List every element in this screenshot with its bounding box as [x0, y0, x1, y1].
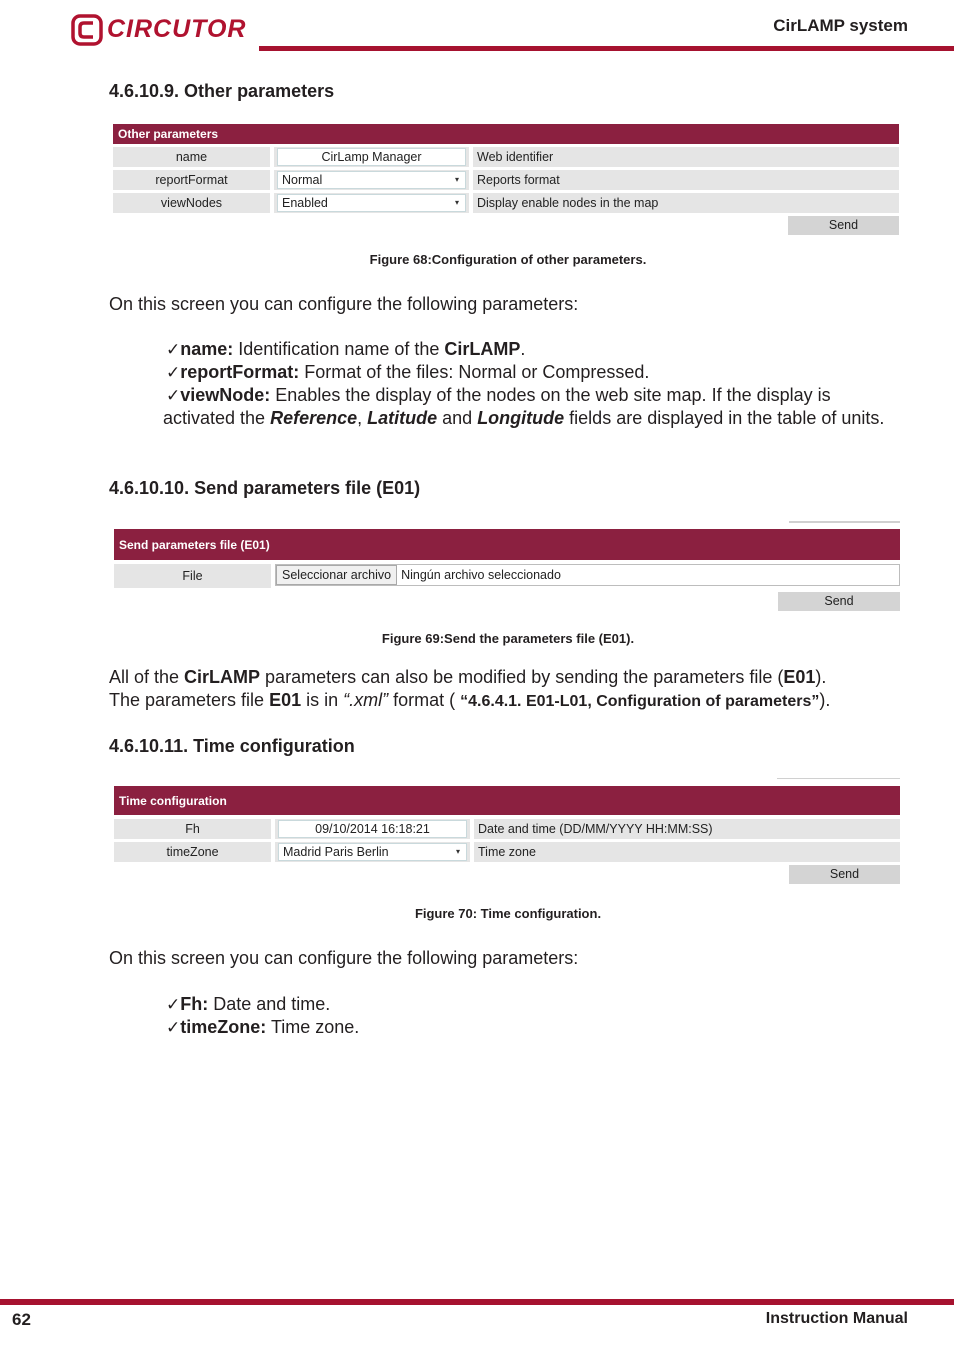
paragraph-intro: On this screen you can configure the fol…	[109, 294, 579, 314]
param-description: Date and time (DD/MM/YYYY HH:MM:SS)	[474, 819, 900, 839]
header-title: CirLAMP system	[773, 16, 908, 35]
param-description: Web identifier	[473, 147, 899, 167]
timezone-select[interactable]: Madrid Paris Berlin ▾	[278, 843, 467, 861]
param-label: name	[113, 147, 270, 167]
paragraph-intro: On this screen you can configure the fol…	[109, 948, 579, 968]
section-heading-send-parameters-file: 4.6.10.10. Send parameters file (E01)	[109, 478, 421, 498]
param-label: reportFormat	[113, 170, 270, 190]
figure-caption: Figure 70: Time configuration.	[414, 906, 602, 921]
send-button[interactable]: Send	[788, 216, 899, 235]
name-input[interactable]: CirLamp Manager	[277, 148, 466, 166]
param-row-name: name CirLamp Manager Web identifier	[113, 147, 899, 167]
time-row-timezone: timeZone Madrid Paris Berlin ▾ Time zone	[114, 842, 900, 862]
param-row-viewnodes: viewNodes Enabled ▾ Display enable nodes…	[113, 193, 899, 213]
chevron-down-icon: ▾	[454, 175, 459, 184]
check-icon: ✓	[166, 340, 181, 359]
time-row-fh: Fh 09/10/2014 16:18:21 Date and time (DD…	[114, 819, 900, 839]
list-item: ✓timeZone: Time zone.	[166, 1017, 360, 1037]
view-nodes-select[interactable]: Enabled ▾	[277, 194, 466, 212]
param-description: Reports format	[473, 170, 899, 190]
panel-title: Send parameters file (E01)	[114, 529, 900, 560]
choose-file-button[interactable]: Seleccionar archivo	[276, 565, 398, 585]
param-description: Display enable nodes in the map	[473, 193, 899, 213]
header-rule	[259, 46, 954, 51]
parameter-list: ✓name: Identification name of the CirLAM…	[163, 338, 903, 430]
panel-title: Time configuration	[114, 786, 900, 815]
decorative-line	[777, 778, 900, 779]
selected-value: Enabled	[282, 196, 328, 210]
chevron-down-icon: ▾	[454, 198, 459, 207]
section-heading-time-configuration: 4.6.10.11. Time configuration	[109, 736, 355, 756]
file-row: File Seleccionar archivo Ningún archivo …	[114, 564, 900, 588]
chevron-down-icon: ▾	[455, 847, 460, 856]
list-item: ✓viewNode: Enables the display of the no…	[163, 385, 885, 428]
footer-title: Instruction Manual	[765, 1310, 908, 1327]
datetime-input[interactable]: 09/10/2014 16:18:21	[278, 820, 467, 838]
send-button[interactable]: Send	[778, 592, 900, 611]
check-icon: ✓	[166, 995, 181, 1014]
param-row-reportformat: reportFormat Normal ▾ Reports format	[113, 170, 899, 190]
param-label: timeZone	[114, 842, 271, 862]
list-item: ✓name: Identification name of the CirLAM…	[166, 339, 526, 359]
figure-caption: Figure 69:Send the parameters file (E01)…	[381, 631, 635, 646]
time-configuration-panel: Time configuration Fh 09/10/2014 16:18:2…	[114, 786, 900, 886]
send-parameters-file-panel: Send parameters file (E01) File Seleccio…	[114, 529, 900, 611]
param-label: Fh	[114, 819, 271, 839]
selected-value: Normal	[282, 173, 323, 187]
list-item: ✓Fh: Date and time.	[166, 994, 331, 1014]
section-heading-other-parameters: 4.6.10.9. Other parameters	[109, 81, 335, 101]
footer-rule	[0, 1299, 954, 1305]
param-label: viewNodes	[113, 193, 270, 213]
report-format-select[interactable]: Normal ▾	[277, 171, 466, 189]
no-file-text: Ningún archivo seleccionado	[401, 568, 561, 582]
circutor-logo: CIRCUTOR	[71, 12, 251, 46]
paragraph-parameters-file: All of the CirLAMP parameters can also b…	[109, 667, 831, 710]
check-icon: ✓	[166, 386, 181, 405]
param-description: Time zone	[474, 842, 900, 862]
figure-caption: Figure 68:Configuration of other paramet…	[369, 252, 647, 267]
file-input[interactable]: Seleccionar archivo Ningún archivo selec…	[275, 564, 900, 586]
section-reference-link: “4.6.4.1. E01-L01, Configuration of para…	[460, 693, 820, 710]
other-parameters-panel: Other parameters name CirLamp Manager We…	[113, 124, 899, 239]
decorative-line	[789, 521, 900, 523]
check-icon: ✓	[166, 1018, 181, 1037]
page-number: 62	[12, 1310, 31, 1329]
panel-title: Other parameters	[113, 124, 899, 144]
selected-value: Madrid Paris Berlin	[283, 845, 389, 859]
list-item: ✓reportFormat: Format of the files: Norm…	[166, 362, 650, 382]
circutor-logo-icon	[71, 14, 103, 46]
file-label: File	[114, 564, 271, 588]
logo-text: CIRCUTOR	[107, 14, 247, 43]
send-button[interactable]: Send	[789, 865, 900, 884]
time-parameter-list: ✓Fh: Date and time. ✓timeZone: Time zone…	[163, 993, 906, 1039]
check-icon: ✓	[166, 363, 181, 382]
